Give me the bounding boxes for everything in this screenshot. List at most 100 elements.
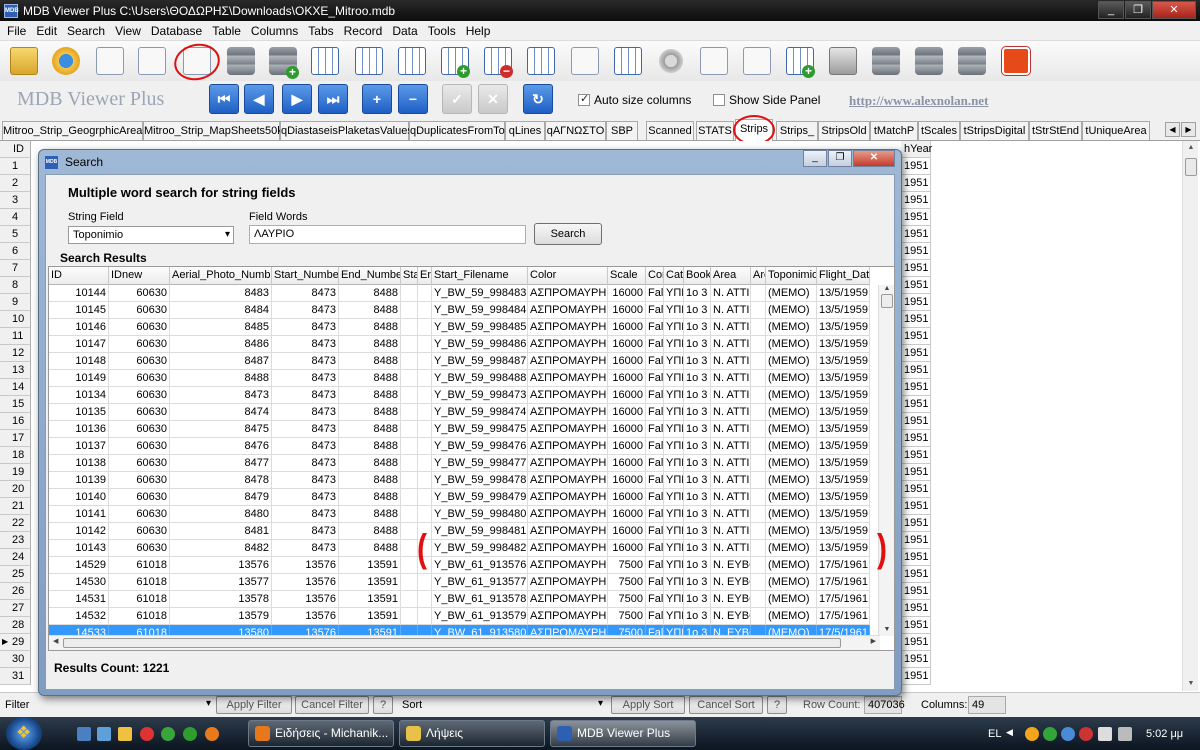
table-cell[interactable]: Y_BW_59_998486 [432,336,528,353]
row-number[interactable]: 15 [0,396,31,413]
year-cell[interactable]: 1951 [901,175,931,192]
table-cell[interactable]: 16000 [608,319,646,336]
table-cell[interactable]: 61018 [109,608,170,625]
table-cell[interactable] [401,387,418,404]
tab-scroll-left-icon[interactable]: ◀ [1165,122,1180,137]
table-cell[interactable]: 60630 [109,506,170,523]
export-xml-icon[interactable] [700,47,728,75]
table-cell[interactable]: ΥΠΕ [664,319,684,336]
table-cell[interactable]: 60630 [109,302,170,319]
table-row[interactable]: 10143 60630 8482 8473 8488 Y_BW_59_998482 ΑΣΠΡ… [49,540,870,557]
table-cell[interactable]: ΑΣΠΡΟΜΑΥΡΗ [528,421,608,438]
table-cell[interactable]: 1o 3 [684,489,711,506]
table-cell[interactable]: (MEMO) [766,438,817,455]
table-cell[interactable]: ΑΣΠΡΟΜΑΥΡΗ [528,404,608,421]
table-cell[interactable]: N. ATTIK [711,336,751,353]
table-cell[interactable]: 60630 [109,370,170,387]
year-cell[interactable]: 1951 [901,413,931,430]
table-cell[interactable]: ΑΣΠΡΟΜΑΥΡΗ [528,523,608,540]
table-cell[interactable]: Y_BW_59_998481 [432,523,528,540]
table-cell[interactable] [418,336,432,353]
row-number[interactable]: 22 [0,515,31,532]
table-cell[interactable]: 10148 [49,353,109,370]
table-cell[interactable]: (MEMO) [766,421,817,438]
year-cell[interactable]: 1951 [901,430,931,447]
table-row[interactable]: 10142 60630 8481 8473 8488 Y_BW_59_998481 ΑΣΠΡ… [49,523,870,540]
next-record-button[interactable]: ▶ [282,84,312,114]
table-cell[interactable] [751,387,766,404]
row-number[interactable]: 6 [0,243,31,260]
table-cell[interactable]: 1o 3 [684,540,711,557]
table-cell[interactable]: 8488 [339,506,401,523]
menu-view[interactable]: View [110,24,146,38]
column-header[interactable]: Aerial_Photo_Number [170,267,272,285]
table-cell[interactable]: N. ATTIK [711,472,751,489]
clock[interactable]: 5:02 μμ [1146,728,1183,740]
table-cell[interactable]: 17/5/1961 [817,574,870,591]
table-cell[interactable]: ΑΣΠΡΟΜΑΥΡΗ [528,370,608,387]
year-cell[interactable]: 1951 [901,498,931,515]
table-cell[interactable]: (MEMO) [766,506,817,523]
row-number[interactable]: 11 [0,328,31,345]
table-cell[interactable]: 8473 [272,353,339,370]
tab-tscales[interactable]: tScales [918,121,960,140]
table-cell[interactable]: 1o 3 [684,574,711,591]
import-records-icon[interactable] [915,47,943,75]
database-key-icon[interactable] [872,47,900,75]
table-row[interactable]: 10135 60630 8474 8473 8488 Y_BW_59_998474 ΑΣΠΡ… [49,404,870,421]
table-cell[interactable] [401,438,418,455]
table-remove-icon[interactable] [484,47,513,78]
table-cell[interactable]: 16000 [608,336,646,353]
cancel-sort-button[interactable]: Cancel Sort [689,696,763,714]
table-cell[interactable]: 8473 [272,421,339,438]
table-cell[interactable]: 16000 [608,370,646,387]
results-horizontal-scrollbar[interactable]: ◀ ▶ [49,635,880,650]
row-number[interactable]: 20 [0,481,31,498]
table-cell[interactable]: Y_BW_59_998477 [432,455,528,472]
table-cell[interactable]: 14532 [49,608,109,625]
table-cell[interactable]: 61018 [109,591,170,608]
table-cell[interactable]: 1o 3 [684,506,711,523]
tab-stats[interactable]: STATS [696,121,734,140]
column-header[interactable]: Sta [401,267,418,285]
table-cell[interactable]: 16000 [608,540,646,557]
row-number[interactable]: 27 [0,600,31,617]
table-cell[interactable]: 10137 [49,438,109,455]
table-cell[interactable] [751,302,766,319]
tray-icon-1[interactable] [1025,727,1039,741]
table-row[interactable]: 10136 60630 8475 8473 8488 Y_BW_59_998475 ΑΣΠΡ… [49,421,870,438]
year-cell[interactable]: 1951 [901,260,931,277]
results-vertical-scrollbar[interactable]: ▲ ▼ [878,285,894,636]
table-cell[interactable]: ΑΣΠΡΟΜΑΥΡΗ [528,574,608,591]
table-cell[interactable] [751,574,766,591]
table-cell[interactable]: 17/5/1961 [817,608,870,625]
row-number[interactable]: 23 [0,532,31,549]
table-cell[interactable]: 13578 [170,591,272,608]
table-cell[interactable]: (MEMO) [766,591,817,608]
year-cell[interactable]: 1951 [901,362,931,379]
row-number[interactable]: 8 [0,277,31,294]
table-cell[interactable] [418,455,432,472]
table-cell[interactable]: N. ATTIK [711,455,751,472]
language-indicator[interactable]: EL [988,728,1001,740]
table-cell[interactable]: Fals [646,455,664,472]
table-cell[interactable]: ΑΣΠΡΟΜΑΥΡΗ [528,591,608,608]
taskbar-button-downloads[interactable]: Λήψεις [399,720,545,747]
table-cell[interactable]: 60630 [109,353,170,370]
table-row[interactable]: 14531 61018 13578 13576 13591 Y_BW_61_913578 Α… [49,591,870,608]
save-record-button[interactable]: ✓ [442,84,472,114]
table-cell[interactable] [418,489,432,506]
table-cell[interactable]: 14530 [49,574,109,591]
table-cell[interactable]: 8481 [170,523,272,540]
table-cell[interactable]: ΥΠΕ [664,489,684,506]
table-row[interactable]: 10140 60630 8479 8473 8488 Y_BW_59_998479 ΑΣΠΡ… [49,489,870,506]
results-scroll-down-icon[interactable]: ▼ [879,626,894,636]
export-records-icon[interactable] [958,47,986,75]
tab-scroll-right-icon[interactable]: ▶ [1181,122,1196,137]
table-cell[interactable]: 1o 3 [684,421,711,438]
table-cell[interactable] [401,302,418,319]
app-quicklaunch-icon[interactable] [183,727,197,741]
table-cell[interactable]: 10140 [49,489,109,506]
table-row[interactable]: 10134 60630 8473 8473 8488 Y_BW_59_998473 ΑΣΠΡ… [49,387,870,404]
column-header[interactable]: ID [49,267,109,285]
